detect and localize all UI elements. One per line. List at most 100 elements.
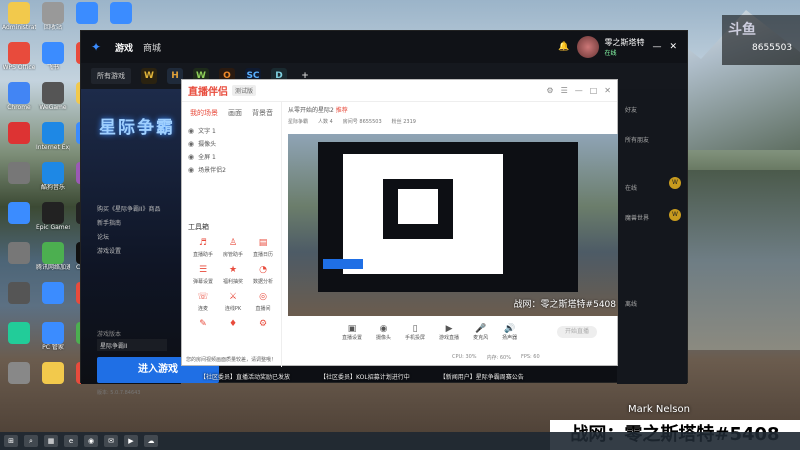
tool-item[interactable]: ★ 福利抽奖 (218, 264, 248, 285)
game-icon-wow[interactable]: W (141, 68, 157, 84)
control-icon: ◉ (379, 324, 388, 334)
scene-item[interactable]: ◉ 摄像头 (182, 137, 281, 150)
stream-preview[interactable]: 战网：零之斯塔特#5408 (288, 134, 618, 316)
control-icon: ▣ (347, 324, 357, 334)
friends-online[interactable]: 在线 (625, 183, 637, 192)
tool-icon: ▤ (258, 238, 268, 248)
control-button[interactable]: 🔊 扬声器 (502, 324, 517, 341)
tool-item[interactable]: ⚔ 连线PK (218, 291, 248, 312)
tool-label: 数据分析 (252, 279, 273, 285)
desktop-icon[interactable] (2, 162, 36, 184)
tab-canvas[interactable]: 画面 (228, 108, 242, 118)
control-button[interactable]: 🎤 麦克风 (473, 324, 488, 341)
eye-icon[interactable]: ◉ (188, 127, 194, 135)
meta-room: 房间号 8655503 (342, 119, 382, 125)
tool-item[interactable]: ☰ 弹幕设置 (188, 264, 218, 285)
quality-notice[interactable]: 您的房间视频画面质量较差，请调整哦！ (186, 356, 276, 363)
taskbar-button[interactable]: ▦ (44, 435, 58, 447)
minimize-icon[interactable]: — (652, 42, 661, 52)
scene-item[interactable]: ◉ 全屏 1 (182, 150, 281, 163)
version-select[interactable]: 星际争霸II (97, 339, 167, 351)
app-icon (42, 42, 64, 64)
tab-shop[interactable]: 商城 (143, 41, 161, 54)
beta-badge: 测试版 (232, 85, 257, 96)
desktop-icon[interactable] (2, 242, 36, 264)
desktop-icon[interactable] (2, 282, 36, 304)
bell-icon[interactable]: 🔔 (558, 42, 569, 52)
tool-item[interactable]: ♬ 直播助手 (188, 237, 218, 258)
eye-icon[interactable]: ◉ (188, 140, 194, 148)
link-shop[interactable]: 购买《星际争霸II》商品 (97, 204, 161, 213)
desktop-icon[interactable] (2, 202, 36, 224)
tool-item[interactable]: ▤ 直播日历 (248, 237, 278, 258)
meta-viewers: 人数 4 (318, 119, 333, 125)
taskbar-button[interactable]: ⌕ (24, 435, 38, 447)
desktop-icon[interactable]: WPS Office (2, 42, 36, 71)
friends-all[interactable]: 所有朋友 (625, 135, 649, 144)
desktop-icon[interactable] (36, 362, 70, 384)
desktop-icon-label: Administrator (2, 24, 36, 31)
desktop-icon-label: PC 管家 (42, 344, 64, 351)
tab-scenes[interactable]: 我的场景 (190, 108, 218, 118)
taskbar-button[interactable]: ☁ (144, 435, 158, 447)
go-live-button[interactable]: 开始直播 (557, 326, 597, 338)
all-games-button[interactable]: 所有游戏 (91, 68, 131, 84)
desktop-icon[interactable]: Epic Games (36, 202, 70, 231)
desktop-icon[interactable] (2, 362, 36, 384)
tool-icon: ☰ (198, 265, 208, 275)
close-icon[interactable]: ✕ (604, 86, 611, 95)
battle-net-logo-icon[interactable]: ✦ (91, 41, 105, 53)
desktop-icon[interactable]: Chrome (2, 82, 36, 111)
tab-games[interactable]: 游戏 (115, 41, 133, 54)
control-button[interactable]: ▯ 手机投屏 (405, 324, 425, 341)
desktop-icon[interactable] (36, 282, 70, 304)
control-button[interactable]: ◉ 摄像头 (376, 324, 391, 341)
tool-item[interactable]: ☏ 连麦 (188, 291, 218, 312)
desktop-icon[interactable]: 腾讯网络加速器 (36, 242, 70, 271)
tool-item[interactable]: ◎ 直播间 (248, 291, 278, 312)
eye-icon[interactable]: ◉ (188, 153, 194, 161)
desktop-icon[interactable]: 酷狗音乐 (36, 162, 70, 191)
desktop-icon[interactable]: 回收站 (36, 2, 70, 31)
link-settings[interactable]: 游戏设置 (97, 246, 161, 255)
maximize-icon[interactable]: □ (590, 86, 598, 95)
desktop-icon[interactable] (104, 2, 138, 24)
desktop-icon[interactable]: PC 管家 (36, 322, 70, 351)
link-forum[interactable]: 论坛 (97, 232, 161, 241)
friends-offline[interactable]: 离线 (625, 299, 637, 308)
taskbar-button[interactable]: ◉ (84, 435, 98, 447)
taskbar-button[interactable]: ⊞ (4, 435, 18, 447)
control-button[interactable]: ▶ 游戏直播 (439, 324, 459, 341)
tool-item[interactable]: ✎ (188, 318, 218, 332)
control-button[interactable]: ▣ 直播设置 (342, 324, 362, 341)
scene-item[interactable]: ◉ 场景伴侣2 (182, 163, 281, 176)
desktop-icon[interactable]: Administrator (2, 2, 36, 31)
minimize-icon[interactable]: — (575, 86, 583, 95)
desktop-icon[interactable] (2, 322, 36, 344)
user-status: 在线 (604, 49, 617, 57)
close-icon[interactable]: ✕ (669, 42, 677, 52)
desktop-icon[interactable] (2, 122, 36, 144)
assistant-header: 直播伴侣 测试版 ⚙ ☰ — □ ✕ (182, 80, 617, 102)
tool-item[interactable]: ⚙ (248, 318, 278, 332)
tool-item[interactable]: ◔ 数据分析 (248, 264, 278, 285)
tool-item[interactable]: ♙ 房管助手 (218, 237, 248, 258)
eye-icon[interactable]: ◉ (188, 166, 194, 174)
stream-title[interactable]: 从零开始的星际2 (288, 107, 334, 114)
gear-icon[interactable]: ⚙ (546, 86, 553, 95)
tab-bgm[interactable]: 背景音 (252, 108, 273, 118)
taskbar-button[interactable]: ✉ (104, 435, 118, 447)
desktop-icon[interactable]: Internet Explorer (36, 122, 70, 151)
taskbar-button[interactable]: ▶ (124, 435, 138, 447)
desktop-icon[interactable]: WeGame (36, 82, 70, 111)
taskbar-button[interactable]: e (64, 435, 78, 447)
desktop-icon[interactable]: 飞书 (36, 42, 70, 71)
meta-fans: 粉丝 2319 (391, 119, 416, 125)
tool-item[interactable]: ♦ (218, 318, 248, 332)
scene-item[interactable]: ◉ 文字 1 (182, 124, 281, 137)
user-profile[interactable]: 零之斯塔特 在线 (577, 36, 644, 58)
desktop-icon[interactable] (70, 2, 104, 24)
friends-wow[interactable]: 魔兽世界 (625, 213, 649, 222)
link-guide[interactable]: 新手指南 (97, 218, 161, 227)
menu-icon[interactable]: ☰ (561, 86, 568, 95)
